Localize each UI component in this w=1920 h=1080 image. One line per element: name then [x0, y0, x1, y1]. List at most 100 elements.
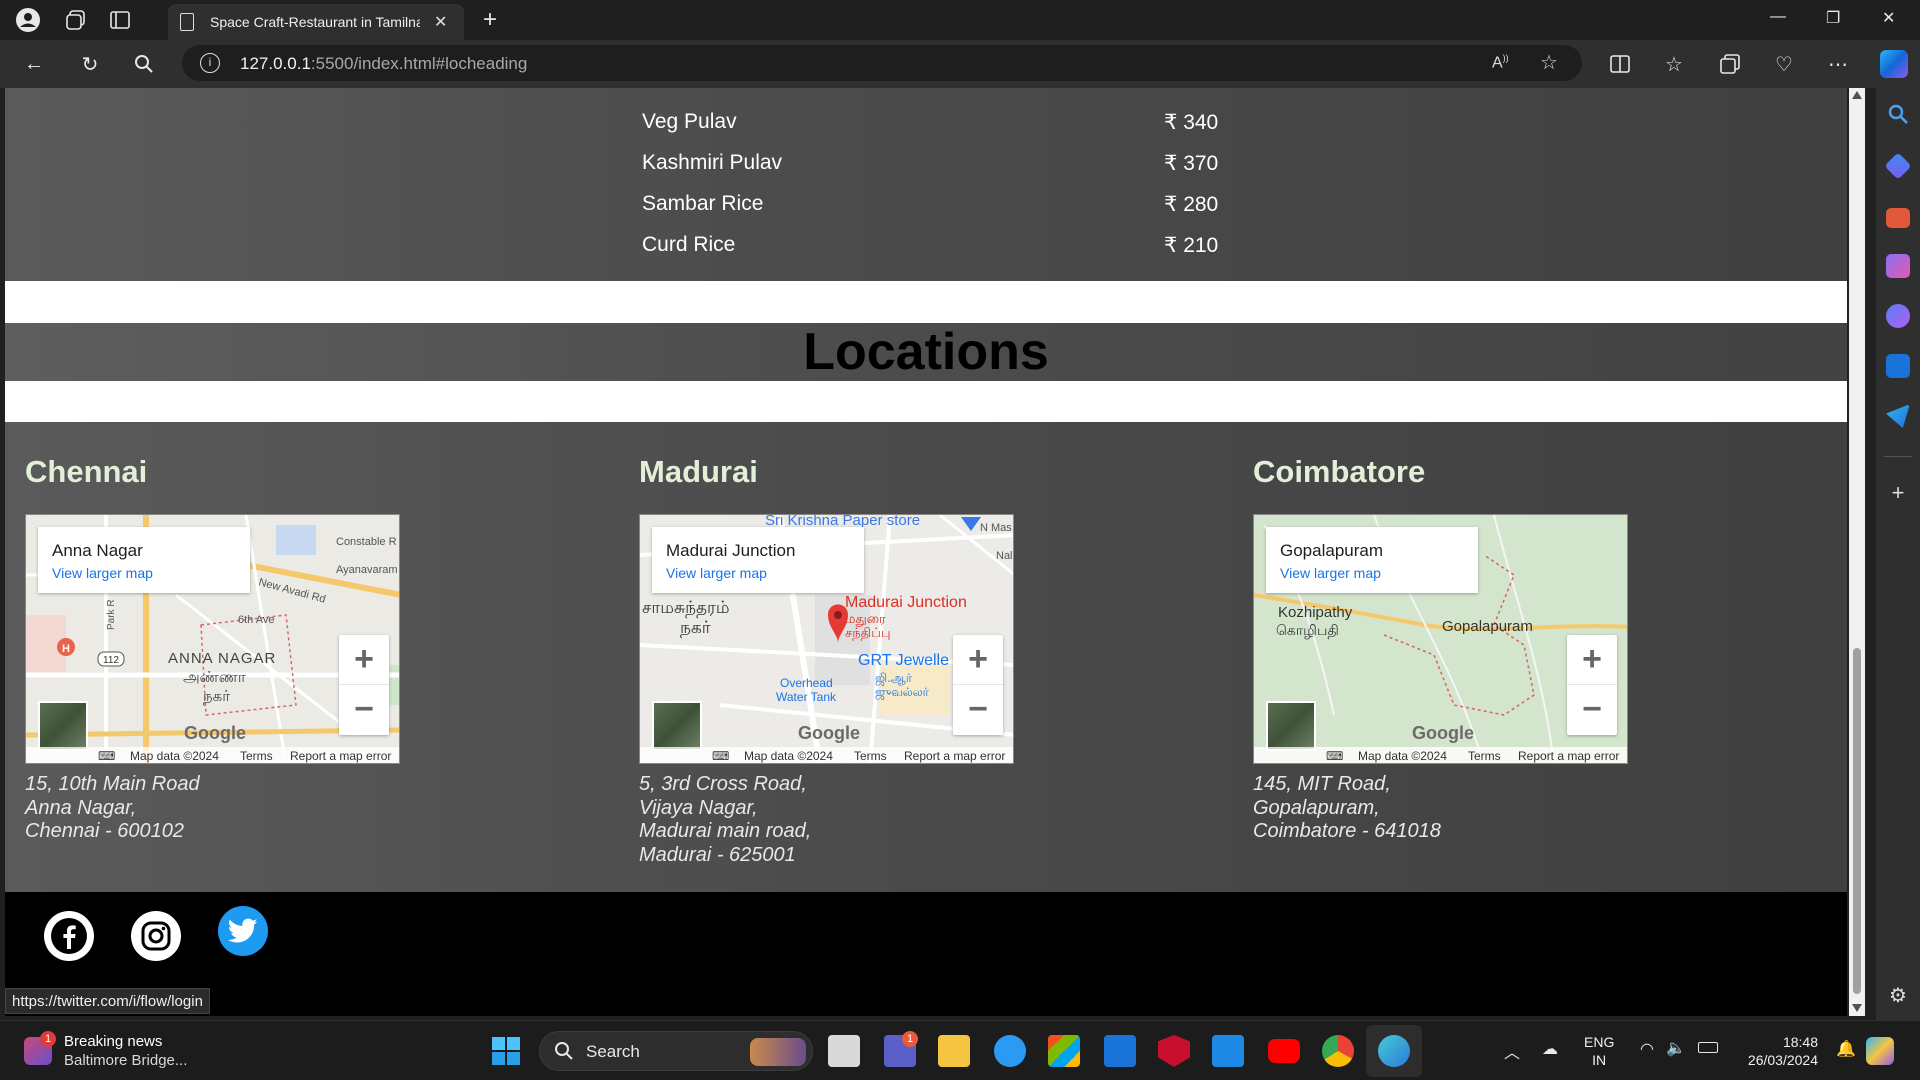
youtube-icon[interactable] — [1268, 1039, 1300, 1063]
volume-icon[interactable]: 🔈 — [1666, 1038, 1686, 1058]
address-line: Madurai main road, — [639, 820, 812, 842]
tray-chevron-icon[interactable]: ︿ — [1504, 1039, 1520, 1063]
battery-icon[interactable] — [1698, 1042, 1718, 1053]
send-icon[interactable] — [1886, 404, 1910, 428]
browser-essentials-icon[interactable]: ♡ — [1770, 50, 1798, 78]
address: 145, MIT Road, Gopalapuram, Coimbatore -… — [1253, 773, 1441, 844]
divider-band — [5, 281, 1847, 323]
terms-link[interactable]: Terms — [854, 749, 887, 763]
view-larger-map-link[interactable]: View larger map — [52, 565, 153, 581]
terms-link[interactable]: Terms — [240, 749, 273, 763]
map-label: 6th Ave — [238, 614, 275, 626]
map-label: ஜுவல்லர் — [875, 685, 930, 700]
facebook-icon[interactable] — [44, 911, 94, 961]
tools-briefcase-icon[interactable] — [1886, 208, 1910, 228]
settings-gear-icon[interactable]: ⚙ — [1886, 984, 1910, 1008]
zoom-out-button[interactable]: − — [339, 685, 389, 735]
minimize-icon[interactable]: — — [1770, 8, 1786, 26]
teams-badge: 1 — [902, 1031, 918, 1047]
outlook-icon[interactable] — [1886, 354, 1910, 378]
taskbar-search[interactable]: Search — [539, 1031, 813, 1071]
map-label: நகர் — [680, 618, 711, 637]
news-widget[interactable]: 1 Breaking news Baltimore Bridge... — [24, 1031, 224, 1073]
language-indicator[interactable]: ENG IN — [1584, 1033, 1614, 1069]
scroll-down-arrow[interactable] — [1852, 1004, 1862, 1012]
address-line: Madurai - 625001 — [639, 843, 796, 866]
url-field[interactable]: i 127.0.0.1:5500/index.html#locheading A… — [182, 45, 1582, 81]
view-larger-map-link[interactable]: View larger map — [1280, 565, 1381, 581]
zoom-out-button[interactable]: − — [1567, 685, 1617, 735]
map-embed-coimbatore[interactable]: Kozhipathy கொழிபதி Gopalapuram Gopalapur… — [1253, 514, 1628, 764]
read-aloud-icon[interactable]: A)) — [1492, 53, 1509, 72]
region-code: IN — [1592, 1052, 1607, 1068]
satellite-toggle[interactable] — [652, 701, 702, 751]
new-tab-icon[interactable]: + — [476, 6, 504, 34]
view-larger-map-link[interactable]: View larger map — [666, 565, 767, 581]
more-options-icon[interactable]: ⋯ — [1824, 50, 1852, 78]
add-icon[interactable]: + — [1886, 482, 1910, 506]
shopping-tag-icon[interactable] — [1884, 152, 1912, 180]
workspaces-icon[interactable] — [62, 6, 90, 34]
zoom-in-button[interactable]: + — [1567, 635, 1617, 685]
myhp-icon[interactable] — [1104, 1035, 1136, 1067]
close-window-icon[interactable]: ✕ — [1882, 8, 1895, 28]
search-icon[interactable] — [1886, 102, 1910, 126]
back-icon[interactable]: ← — [20, 50, 48, 78]
help-icon[interactable] — [994, 1035, 1026, 1067]
page-scrollbar[interactable] — [1849, 88, 1865, 1016]
satellite-toggle[interactable] — [38, 701, 88, 751]
search-icon[interactable] — [130, 50, 158, 78]
report-error-link[interactable]: Report a map error — [904, 749, 1005, 763]
task-view-icon[interactable] — [828, 1035, 860, 1067]
keyboard-shortcuts-icon[interactable]: ⌨ — [712, 749, 729, 763]
store-icon[interactable] — [1048, 1035, 1080, 1067]
collections-icon[interactable] — [1716, 50, 1744, 78]
satellite-toggle[interactable] — [1266, 701, 1316, 751]
zoom-in-button[interactable]: + — [953, 635, 1003, 685]
windows-start-icon[interactable] — [492, 1037, 520, 1065]
time: 18:48 — [1782, 1034, 1818, 1050]
clock[interactable]: 18:48 26/03/2024 — [1738, 1033, 1818, 1069]
report-error-link[interactable]: Report a map error — [290, 749, 391, 763]
zoom-out-button[interactable]: − — [953, 685, 1003, 735]
active-tab[interactable]: Space Craft-Restaurant in Tamilnadu ✕ — [168, 4, 464, 40]
wifi-icon[interactable]: ◠ — [1640, 1039, 1654, 1059]
keyboard-shortcuts-icon[interactable]: ⌨ — [1326, 749, 1343, 763]
tab-actions-icon[interactable] — [106, 6, 134, 34]
map-embed-madurai[interactable]: Sri Krishna Paper store Madurai Junction… — [639, 514, 1014, 764]
site-info-icon[interactable]: i — [200, 53, 220, 73]
refresh-icon[interactable]: ↻ — [76, 50, 104, 78]
scroll-thumb[interactable] — [1853, 648, 1861, 994]
profile-icon[interactable] — [14, 6, 42, 34]
menu-item-price: ₹ 280 — [1164, 193, 1219, 216]
vscode-icon[interactable] — [1212, 1035, 1244, 1067]
report-error-link[interactable]: Report a map error — [1518, 749, 1619, 763]
menu-item: Curd Rice ₹ 210 — [642, 233, 1242, 267]
onedrive-icon[interactable]: ☁ — [1542, 1039, 1558, 1059]
mcafee-icon[interactable] — [1158, 1035, 1190, 1067]
keyboard-shortcuts-icon[interactable]: ⌨ — [98, 749, 115, 763]
microsoft-365-icon[interactable] — [1886, 304, 1910, 328]
map-embed-chennai[interactable]: H 112 ANNA NAGAR அண்ணா நகர் New Avadi Rd… — [25, 514, 400, 764]
terms-link[interactable]: Terms — [1468, 749, 1501, 763]
menu-item-price: ₹ 370 — [1164, 152, 1219, 175]
notifications-bell-icon[interactable]: 🔔 — [1836, 1039, 1856, 1059]
twitter-icon[interactable] — [218, 906, 268, 956]
scroll-up-arrow[interactable] — [1852, 91, 1862, 99]
copilot-icon[interactable] — [1880, 50, 1908, 78]
close-tab-icon[interactable]: ✕ — [434, 12, 447, 32]
address: 15, 10th Main Road Anna Nagar, Chennai -… — [25, 773, 200, 844]
restore-icon[interactable]: ❐ — [1826, 8, 1840, 28]
address-line: 145, MIT Road, — [1253, 773, 1391, 795]
favorite-star-icon[interactable]: ☆ — [1540, 50, 1558, 75]
split-screen-icon[interactable] — [1606, 50, 1634, 78]
favorites-icon[interactable]: ☆ — [1660, 50, 1688, 78]
map-place-name: Anna Nagar — [52, 541, 143, 560]
games-icon[interactable] — [1886, 254, 1910, 278]
zoom-in-button[interactable]: + — [339, 635, 389, 685]
instagram-icon[interactable] — [131, 911, 181, 961]
chrome-icon[interactable] — [1322, 1035, 1354, 1067]
copilot-taskbar-icon[interactable] — [1866, 1037, 1894, 1065]
google-logo: Google — [184, 723, 246, 743]
file-explorer-icon[interactable] — [938, 1035, 970, 1067]
